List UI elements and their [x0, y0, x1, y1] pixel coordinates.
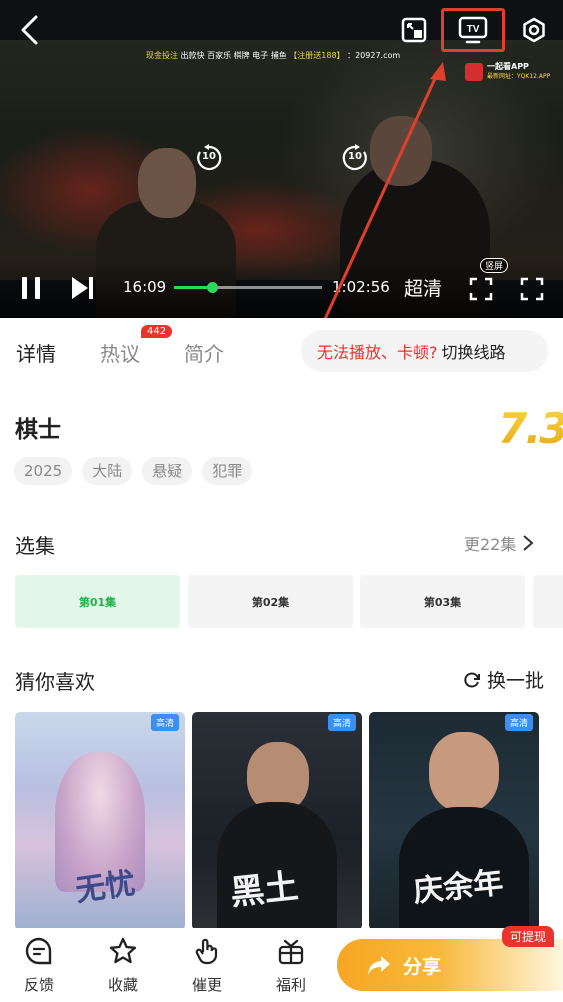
pause-icon: [22, 277, 40, 299]
more-episodes-label: 更22集: [464, 535, 517, 554]
tab-discussion[interactable]: 热议: [100, 338, 140, 367]
app-name: 一起看APP: [487, 62, 529, 71]
favorite-label: 收藏: [107, 976, 138, 994]
refresh-icon: [464, 672, 480, 687]
episode-item[interactable]: 第01集: [15, 575, 180, 628]
episode-item-partial[interactable]: [533, 575, 563, 628]
current-time: 16:09: [123, 278, 167, 296]
back-button[interactable]: [14, 12, 44, 48]
video-player[interactable]: 现金投注 出款快 百家乐 棋牌 电子 捕鱼 【注册送188】 ：20927.co…: [0, 0, 563, 318]
chevron-left-icon: [21, 15, 38, 45]
video-figure-left-head: [138, 148, 196, 218]
tag-year[interactable]: 2025: [14, 457, 73, 485]
welfare-button[interactable]: 福利: [266, 936, 316, 995]
switch-line-button[interactable]: 无法播放、卡顿? 切换线路: [301, 330, 548, 372]
progress-handle[interactable]: [207, 282, 219, 293]
welfare-label: 福利: [275, 976, 306, 994]
rating-score: 7.3: [498, 404, 563, 453]
portrait-mode-button[interactable]: [466, 274, 496, 304]
ad-prefix: 现金投注: [146, 51, 178, 60]
tab-details[interactable]: 详情: [16, 338, 56, 367]
svg-text:TV: TV: [467, 24, 480, 35]
gear-icon: [523, 17, 545, 43]
app-watermark: 一起看APP 最新网址：YQK12.APP: [465, 62, 550, 82]
settings-button[interactable]: [518, 14, 550, 46]
tag-region[interactable]: 大陆: [82, 457, 133, 485]
app-watermark-text: 一起看APP 最新网址：YQK12.APP: [487, 62, 550, 82]
share-arrow-icon: [368, 956, 390, 975]
forward-seconds: 10: [348, 151, 362, 162]
ad-code: 【注册送188】: [289, 51, 345, 60]
recommend-poster[interactable]: 黑土 高清: [192, 712, 362, 930]
chat-bubble-icon: [25, 937, 52, 965]
rewind-seconds: 10: [202, 151, 216, 162]
tv-icon: TV: [458, 16, 488, 44]
detail-tabs: 详情 热议 442 简介 无法播放、卡顿? 切换线路: [0, 318, 563, 384]
hd-badge: 高清: [327, 714, 356, 731]
portrait-fullscreen-icon: [469, 277, 493, 301]
recommend-heading: 猜你喜欢: [15, 670, 95, 694]
pause-button[interactable]: [16, 272, 46, 304]
hd-badge: 高清: [150, 714, 179, 731]
favorite-button[interactable]: 收藏: [98, 936, 148, 995]
refresh-recommend-button[interactable]: 换一批: [463, 666, 544, 693]
picture-in-picture-button[interactable]: [398, 14, 430, 46]
episodes-heading: 选集: [15, 534, 55, 558]
episode-list: 第01集 第02集 第03集: [15, 575, 563, 629]
picture-in-picture-icon: [401, 17, 427, 43]
poster-art: [429, 732, 499, 812]
playback-issue-text: 无法播放、卡顿?: [317, 343, 438, 362]
switch-line-label: 切换线路: [441, 343, 506, 362]
hand-tap-icon: [195, 938, 218, 965]
portrait-mode-tag: 竖屏: [480, 258, 509, 273]
withdraw-badge[interactable]: 可提现: [502, 926, 555, 947]
ad-site: ：20927.com: [347, 51, 401, 60]
recommend-poster[interactable]: 庆余年 高清: [369, 712, 539, 930]
app-url: 最新网址：YQK12.APP: [487, 73, 551, 80]
tag-genre-suspense[interactable]: 悬疑: [142, 457, 193, 485]
video-ad-text: 现金投注 出款快 百家乐 棋牌 电子 捕鱼 【注册送188】 ：20927.co…: [146, 50, 400, 61]
bottom-action-bar: 反馈 收藏 催更 福利 分享 可提现: [0, 926, 563, 1002]
urge-update-button[interactable]: 催更: [182, 936, 232, 995]
star-icon: [109, 937, 137, 964]
feedback-label: 反馈: [23, 976, 54, 994]
episode-item[interactable]: 第03集: [360, 575, 525, 628]
rewind-button[interactable]: 10: [194, 143, 224, 173]
progress-bar[interactable]: [174, 282, 322, 293]
hd-badge: 高清: [504, 714, 533, 731]
refresh-label: 换一批: [487, 670, 545, 692]
gift-icon: [278, 939, 304, 965]
tab-intro[interactable]: 简介: [184, 338, 224, 367]
fullscreen-icon: [520, 277, 544, 301]
tag-list: 2025 大陆 悬疑 犯罪: [14, 457, 253, 485]
poster-calligraphy: 无忧: [73, 865, 138, 909]
app-logo-icon: [465, 63, 483, 81]
show-title: 棋士: [15, 417, 61, 443]
tag-genre-crime[interactable]: 犯罪: [202, 457, 253, 485]
recommend-poster[interactable]: 无忧 高清: [15, 712, 185, 930]
chevron-right-icon: [523, 535, 534, 551]
ad-text: 出款快 百家乐 棋牌 电子 捕鱼: [180, 51, 287, 60]
discussion-count-badge: 442: [141, 325, 173, 338]
more-episodes-button[interactable]: 更22集: [464, 531, 534, 555]
fullscreen-button[interactable]: [517, 274, 547, 304]
video-figure-right-head: [370, 116, 432, 186]
total-time: 1:02:56: [332, 278, 390, 296]
skip-next-icon: [72, 277, 93, 299]
share-label: 分享: [403, 955, 442, 978]
feedback-button[interactable]: 反馈: [14, 936, 64, 995]
episode-item[interactable]: 第02集: [188, 575, 353, 628]
player-control-bar: 16:09 1:02:56 超清 竖屏: [0, 258, 563, 310]
tv-cast-button[interactable]: TV: [441, 8, 505, 52]
forward-button[interactable]: 10: [340, 143, 370, 173]
next-episode-button[interactable]: [66, 272, 98, 304]
urge-label: 催更: [191, 976, 222, 994]
poster-calligraphy: 黑土: [228, 866, 301, 914]
poster-calligraphy: 庆余年: [411, 865, 505, 910]
quality-button[interactable]: 超清: [404, 274, 442, 301]
